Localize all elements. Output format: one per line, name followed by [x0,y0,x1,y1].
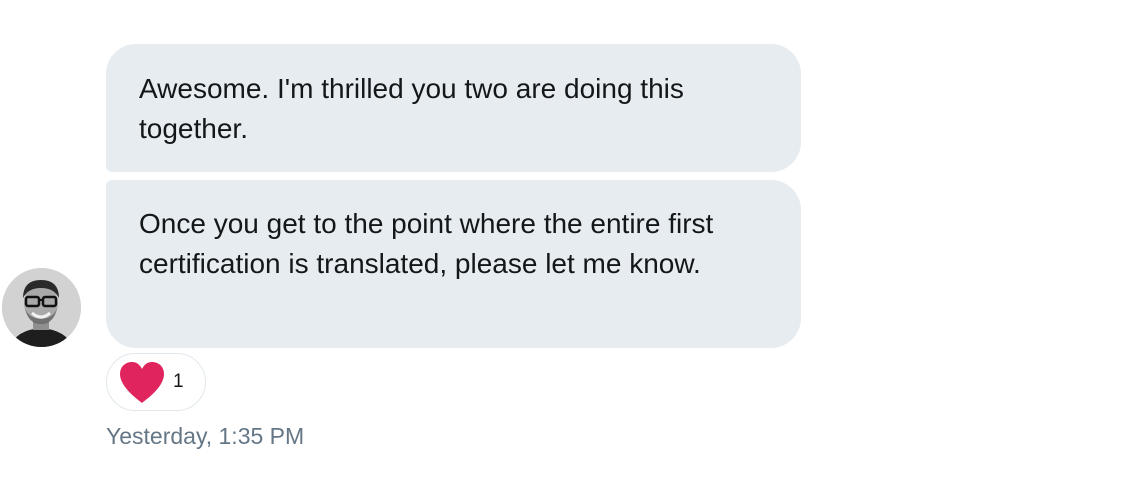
avatar[interactable] [2,268,81,347]
message-text: Awesome. I'm thrilled you two are doing … [139,73,684,144]
message-bubble[interactable]: Once you get to the point where the enti… [106,180,801,348]
message-text: Once you get to the point where the enti… [139,208,714,279]
message-timestamp: Yesterday, 1:35 PM [106,423,305,449]
heart-icon [120,362,164,403]
heart-reaction-button[interactable]: 1 [106,353,206,411]
reaction-count: 1 [173,371,184,392]
avatar-portrait [2,268,81,347]
message-bubble[interactable]: Awesome. I'm thrilled you two are doing … [106,44,801,172]
cropped-icon-fragment [972,0,986,2]
